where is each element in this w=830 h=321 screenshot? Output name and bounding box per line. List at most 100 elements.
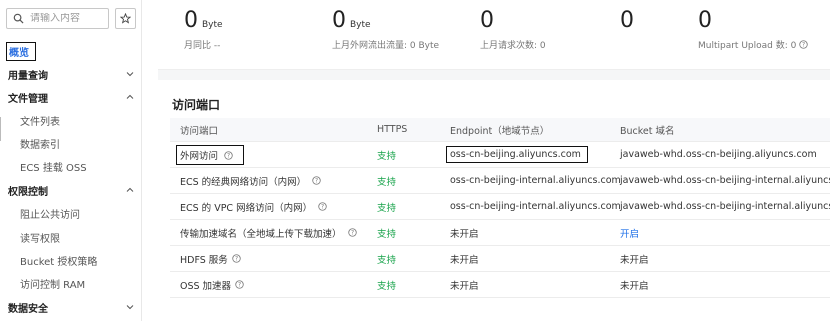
sidebar-item-bucket-policy[interactable]: Bucket 授权策略 (0, 249, 142, 271)
endpoint-value[interactable]: oss-cn-beijing-internal.aliyuncs.com (450, 194, 621, 219)
stat-sub: 上月请求次数: 0 (480, 41, 546, 51)
port-name: 外网访问 (180, 150, 219, 162)
svg-text:?: ? (321, 205, 324, 211)
help-icon[interactable]: ? (232, 254, 241, 263)
table-row: 外网访问 ? 支持 oss-cn-beijing.aliyuncs.com ja… (170, 142, 830, 168)
column-header: Bucket 域名 (620, 125, 675, 137)
https-support: 支持 (377, 202, 397, 214)
https-support: 支持 (377, 150, 397, 162)
stat-unit: Byte (350, 20, 371, 30)
table-row: HDFS 服务 ? 支持 未开启 未开启 (170, 246, 830, 272)
sidebar-item-label: 概览 (6, 41, 36, 61)
help-icon[interactable]: ? (799, 40, 808, 49)
stat-requests: 0 上月请求次数: 0 (480, 8, 546, 51)
column-header: 访问端口 (180, 125, 219, 137)
chevron-down-icon (126, 305, 134, 310)
sidebar-item-block-public-access[interactable]: 阻止公共访问 (0, 202, 142, 224)
stat-value: 0 (698, 8, 712, 33)
sidebar-collapse-handle[interactable] (0, 117, 4, 141)
bucket-domain: 未开启 (620, 254, 649, 266)
bucket-domain[interactable]: javaweb-whd.oss-cn-beijing-internal.aliy… (620, 194, 830, 219)
column-header: Endpoint（地域节点） (450, 125, 550, 137)
help-icon[interactable]: ? (347, 228, 357, 237)
star-icon (120, 13, 131, 24)
sidebar-item-label: 用量查询 (8, 70, 48, 82)
access-ports-table: 访问端口 HTTPS Endpoint（地域节点） Bucket 域名 外网访问… (170, 118, 830, 298)
stats-card: 0 Byte 月同比 -- 0 Byte 上月外网流出流量: 0 Byte 0 上月… (158, 0, 830, 70)
stat-value: 0 (620, 8, 634, 33)
https-support: 支持 (377, 176, 397, 188)
stat-value: 0 (332, 8, 346, 33)
sidebar-item-label: 访问控制 RAM (20, 279, 86, 291)
chevron-down-icon (126, 72, 134, 77)
sidebar-item-permission-control[interactable]: 权限控制 (0, 179, 142, 201)
sidebar-item-overview[interactable]: 概览 (0, 40, 142, 62)
port-name: ECS 的 VPC 网络访问（内网） (180, 202, 313, 214)
help-icon[interactable]: ? (318, 202, 327, 211)
card-title: 访问端口 (172, 98, 221, 112)
stat-sub: Multipart Upload 数: 0 (698, 41, 797, 51)
sidebar-item-data-index[interactable]: 数据索引 (0, 132, 142, 154)
endpoint-value[interactable]: oss-cn-beijing-internal.aliyuncs.com (450, 168, 621, 193)
table-row: ECS 的经典网络访问（内网） ? 支持 oss-cn-beijing-inte… (170, 168, 830, 194)
sidebar-item-ecs-mount[interactable]: ECS 挂载 OSS (0, 155, 142, 177)
stat-multipart: 0 Multipart Upload 数: 0 ? (698, 8, 808, 51)
endpoint-value: 未开启 (450, 228, 479, 240)
enable-acceleration-link[interactable]: 开启 (620, 220, 639, 245)
sidebar-item-label: 权限控制 (8, 186, 48, 198)
stat-sub: 月同比 -- (184, 41, 221, 51)
endpoint-value: 未开启 (450, 254, 479, 266)
stat-files: 0 (620, 8, 634, 38)
sidebar-item-file-list[interactable]: 文件列表 (0, 109, 142, 131)
sidebar-item-label: ECS 挂载 OSS (20, 162, 87, 174)
sidebar-item-ram[interactable]: 访问控制 RAM (0, 272, 142, 294)
svg-text:?: ? (350, 231, 353, 237)
endpoint-value: 未开启 (450, 280, 479, 292)
endpoint-value[interactable]: oss-cn-beijing.aliyuncs.com (446, 146, 588, 163)
search-box[interactable] (6, 8, 109, 29)
svg-text:?: ? (315, 179, 318, 185)
bucket-domain[interactable]: javaweb-whd.oss-cn-beijing.aliyuncs.com (620, 142, 817, 167)
https-support: 支持 (377, 254, 397, 266)
help-icon[interactable]: ? (235, 280, 244, 289)
table-row: ECS 的 VPC 网络访问（内网） ? 支持 oss-cn-beijing-i… (170, 194, 830, 220)
stat-value: 0 (480, 8, 494, 33)
sidebar-item-label: 文件列表 (20, 116, 60, 128)
svg-text:?: ? (227, 153, 230, 159)
sidebar-item-label: Bucket 授权策略 (20, 256, 98, 268)
bucket-domain[interactable]: javaweb-whd.oss-cn-beijing-internal.aliy… (620, 168, 830, 193)
favorite-button[interactable] (115, 8, 136, 29)
search-icon (13, 13, 24, 24)
help-icon[interactable]: ? (312, 176, 321, 185)
sidebar-item-data-security[interactable]: 数据安全 (0, 296, 142, 318)
help-icon[interactable]: ? (224, 150, 233, 160)
main-content: 0 Byte 月同比 -- 0 Byte 上月外网流出流量: 0 Byte 0 上月… (158, 0, 830, 321)
search-input[interactable] (30, 13, 106, 24)
port-name: ECS 的经典网络访问（内网） (180, 176, 307, 188)
bucket-domain: 未开启 (620, 280, 649, 292)
port-name: OSS 加速器 (180, 280, 232, 292)
table-header: 访问端口 HTTPS Endpoint（地域节点） Bucket 域名 (170, 118, 830, 142)
sidebar: 概览 用量查询 文件管理 文件列表 数据索引 ECS 挂载 OSS 权限控制 阻… (0, 0, 142, 321)
chevron-up-icon (126, 94, 134, 99)
port-name: HDFS 服务 (180, 254, 228, 266)
stat-sub: 上月外网流出流量: 0 Byte (332, 41, 440, 51)
https-support: 支持 (377, 280, 397, 292)
stat-value: 0 (184, 8, 198, 33)
table-row: OSS 加速器 ? 支持 未开启 未开启 (170, 272, 830, 298)
svg-text:?: ? (235, 257, 238, 263)
sidebar-item-label: 阻止公共访问 (20, 209, 80, 221)
svg-text:?: ? (238, 283, 241, 289)
sidebar-item-rw-permission[interactable]: 读写权限 (0, 226, 142, 248)
stat-storage: 0 Byte 月同比 -- (184, 8, 223, 51)
svg-text:?: ? (802, 43, 805, 49)
sidebar-item-usage[interactable]: 用量查询 (0, 63, 142, 85)
sidebar-item-file-management[interactable]: 文件管理 (0, 86, 142, 108)
sidebar-item-label: 读写权限 (20, 233, 60, 245)
table-row: 传输加速域名（全地域上传下载加速） ? 支持 未开启 开启 (170, 220, 830, 246)
chevron-up-icon (126, 187, 134, 192)
access-ports-card: 访问端口 访问端口 HTTPS Endpoint（地域节点） Bucket 域名… (158, 80, 830, 321)
port-name: 传输加速域名（全地域上传下载加速） (180, 228, 342, 240)
sidebar-item-label: 数据安全 (8, 303, 48, 315)
stat-unit: Byte (202, 20, 223, 30)
